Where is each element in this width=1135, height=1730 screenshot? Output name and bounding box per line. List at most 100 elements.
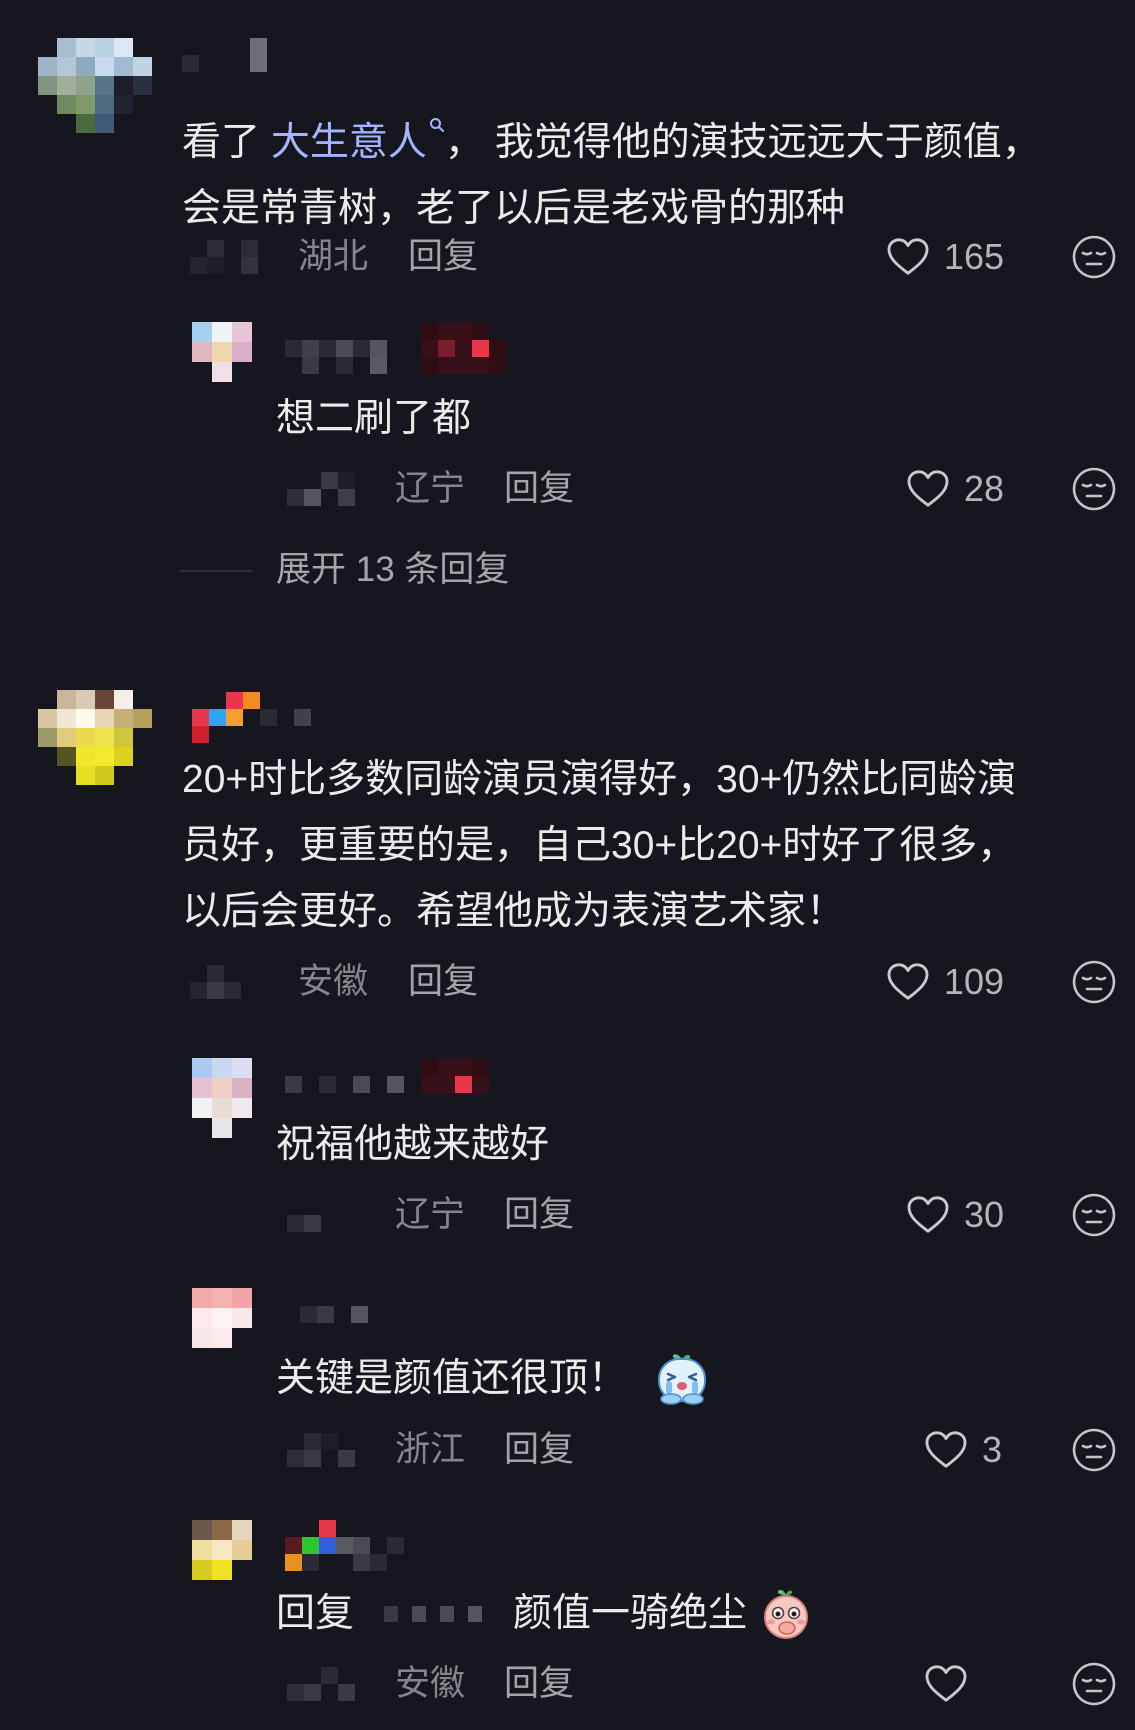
search-icon[interactable] bbox=[429, 88, 445, 132]
mosaic-cell bbox=[412, 1606, 427, 1622]
mosaic-cell bbox=[192, 1118, 212, 1138]
mosaic-cell bbox=[226, 709, 243, 726]
like-button[interactable]: 30 bbox=[906, 1190, 1004, 1240]
mosaic-cell bbox=[38, 690, 57, 709]
meta-username[interactable] bbox=[287, 1667, 355, 1701]
reply-button[interactable]: 回复 bbox=[408, 232, 478, 282]
mosaic-cell bbox=[398, 1606, 412, 1622]
like-count: 109 bbox=[943, 961, 1004, 1002]
reply-button[interactable]: 回复 bbox=[504, 1425, 574, 1475]
like-button[interactable] bbox=[924, 1659, 1004, 1709]
avatar[interactable] bbox=[192, 1520, 252, 1580]
emoji-reaction-icon[interactable] bbox=[1071, 959, 1117, 1005]
mosaic-cell bbox=[404, 1059, 421, 1076]
meta-username[interactable] bbox=[287, 1433, 355, 1467]
mosaic-cell bbox=[370, 323, 387, 340]
mosaic-cell bbox=[38, 76, 57, 95]
avatar[interactable] bbox=[38, 690, 152, 785]
mosaic-cell bbox=[76, 690, 95, 709]
mosaic-cell bbox=[387, 340, 404, 357]
meta-username[interactable] bbox=[287, 472, 372, 506]
mosaic-cell bbox=[472, 323, 489, 340]
username[interactable] bbox=[285, 323, 506, 374]
mosaic-cell bbox=[319, 1554, 336, 1571]
username[interactable] bbox=[192, 692, 311, 743]
mosaic-cell bbox=[212, 1560, 232, 1580]
avatar[interactable] bbox=[192, 1058, 252, 1138]
search-link[interactable]: 大生意人 bbox=[271, 121, 427, 164]
mosaic-cell bbox=[114, 747, 133, 766]
reply-text-content: 关键是颜值还很顶！ bbox=[276, 1357, 628, 1400]
mosaic-cell bbox=[489, 357, 506, 374]
expand-replies-button[interactable]: 展开 13 条回复 bbox=[0, 545, 1135, 595]
mosaic-cell bbox=[287, 1433, 304, 1450]
like-button[interactable]: 109 bbox=[886, 957, 1004, 1007]
mosaic-cell bbox=[338, 1667, 355, 1684]
mosaic-cell bbox=[384, 1606, 399, 1622]
mosaic-cell bbox=[250, 55, 267, 72]
emoji-reaction-icon[interactable] bbox=[1071, 1427, 1117, 1473]
mosaic-cell bbox=[319, 1059, 336, 1076]
comment-text-line: 以后会更好。希望他成为表演艺术家！ bbox=[182, 890, 846, 933]
like-count: 28 bbox=[963, 468, 1004, 509]
mosaic-cell bbox=[133, 690, 152, 709]
meta-username[interactable] bbox=[190, 965, 258, 999]
mosaic-cell bbox=[133, 766, 152, 785]
mosaic-cell bbox=[353, 1076, 370, 1093]
reply-meta: 辽宁 回复 28 bbox=[0, 464, 1135, 514]
username[interactable] bbox=[182, 38, 267, 72]
mosaic-cell bbox=[133, 57, 152, 76]
like-button[interactable]: 165 bbox=[886, 232, 1004, 282]
location: 辽宁 bbox=[395, 469, 466, 508]
mosaic-cell bbox=[387, 323, 404, 340]
mosaic-cell bbox=[233, 38, 250, 55]
reply-button[interactable]: 回复 bbox=[504, 1190, 574, 1240]
reply-button[interactable]: 回复 bbox=[504, 1659, 574, 1709]
reply-meta: 辽宁 回复 30 bbox=[0, 1190, 1135, 1240]
emoji-reaction-icon[interactable] bbox=[1071, 1192, 1117, 1238]
mosaic-cell bbox=[243, 692, 260, 709]
meta-username[interactable] bbox=[190, 240, 258, 274]
mosaic-cell bbox=[321, 472, 338, 489]
mosaic-cell bbox=[207, 257, 224, 274]
mosaic-cell bbox=[321, 1667, 338, 1684]
mosaic-cell bbox=[285, 357, 302, 374]
location: 安徽 bbox=[298, 962, 369, 1001]
mosaic-cell bbox=[404, 357, 421, 374]
mosaic-cell bbox=[304, 1450, 321, 1467]
reply-to-username[interactable] bbox=[384, 1606, 483, 1622]
username[interactable] bbox=[300, 1306, 368, 1323]
mosaic-cell bbox=[438, 1076, 455, 1093]
mosaic-cell bbox=[114, 114, 133, 133]
expand-replies-label[interactable]: 展开 13 条回复 bbox=[276, 545, 509, 595]
like-button[interactable]: 28 bbox=[906, 464, 1004, 514]
avatar[interactable] bbox=[192, 1288, 252, 1348]
like-button[interactable]: 3 bbox=[924, 1425, 1004, 1475]
avatar[interactable] bbox=[192, 322, 252, 382]
reply-button[interactable]: 回复 bbox=[408, 957, 478, 1007]
mosaic-cell bbox=[232, 1540, 252, 1560]
mosaic-cell bbox=[57, 690, 76, 709]
username[interactable] bbox=[285, 1520, 404, 1571]
mosaic-cell bbox=[302, 340, 319, 357]
mosaic-cell bbox=[192, 1308, 212, 1328]
mosaic-cell bbox=[353, 340, 370, 357]
reply-to-prefix: 回复 bbox=[276, 1592, 355, 1635]
emoji-reaction-icon[interactable] bbox=[1071, 466, 1117, 512]
mosaic-cell bbox=[404, 1076, 421, 1093]
mosaic-cell bbox=[114, 76, 133, 95]
comment-text: 看了 大生意人， 我觉得他的演技远远大于颜值， 会是常青树，老了以后是老戏骨的那… bbox=[182, 88, 1041, 242]
avatar[interactable] bbox=[38, 38, 152, 133]
mosaic-cell bbox=[285, 323, 302, 340]
emoji-reaction-icon[interactable] bbox=[1071, 234, 1117, 280]
reply-button[interactable]: 回复 bbox=[504, 464, 574, 514]
mosaic-cell bbox=[421, 323, 438, 340]
mosaic-cell bbox=[114, 728, 133, 747]
emoji-reaction-icon[interactable] bbox=[1071, 1661, 1117, 1707]
meta-username[interactable] bbox=[287, 1198, 355, 1232]
location: 安徽 bbox=[395, 1664, 466, 1703]
mosaic-cell bbox=[472, 357, 489, 374]
mosaic-cell bbox=[232, 1058, 252, 1078]
username[interactable] bbox=[285, 1059, 489, 1093]
mosaic-cell bbox=[304, 1215, 321, 1232]
